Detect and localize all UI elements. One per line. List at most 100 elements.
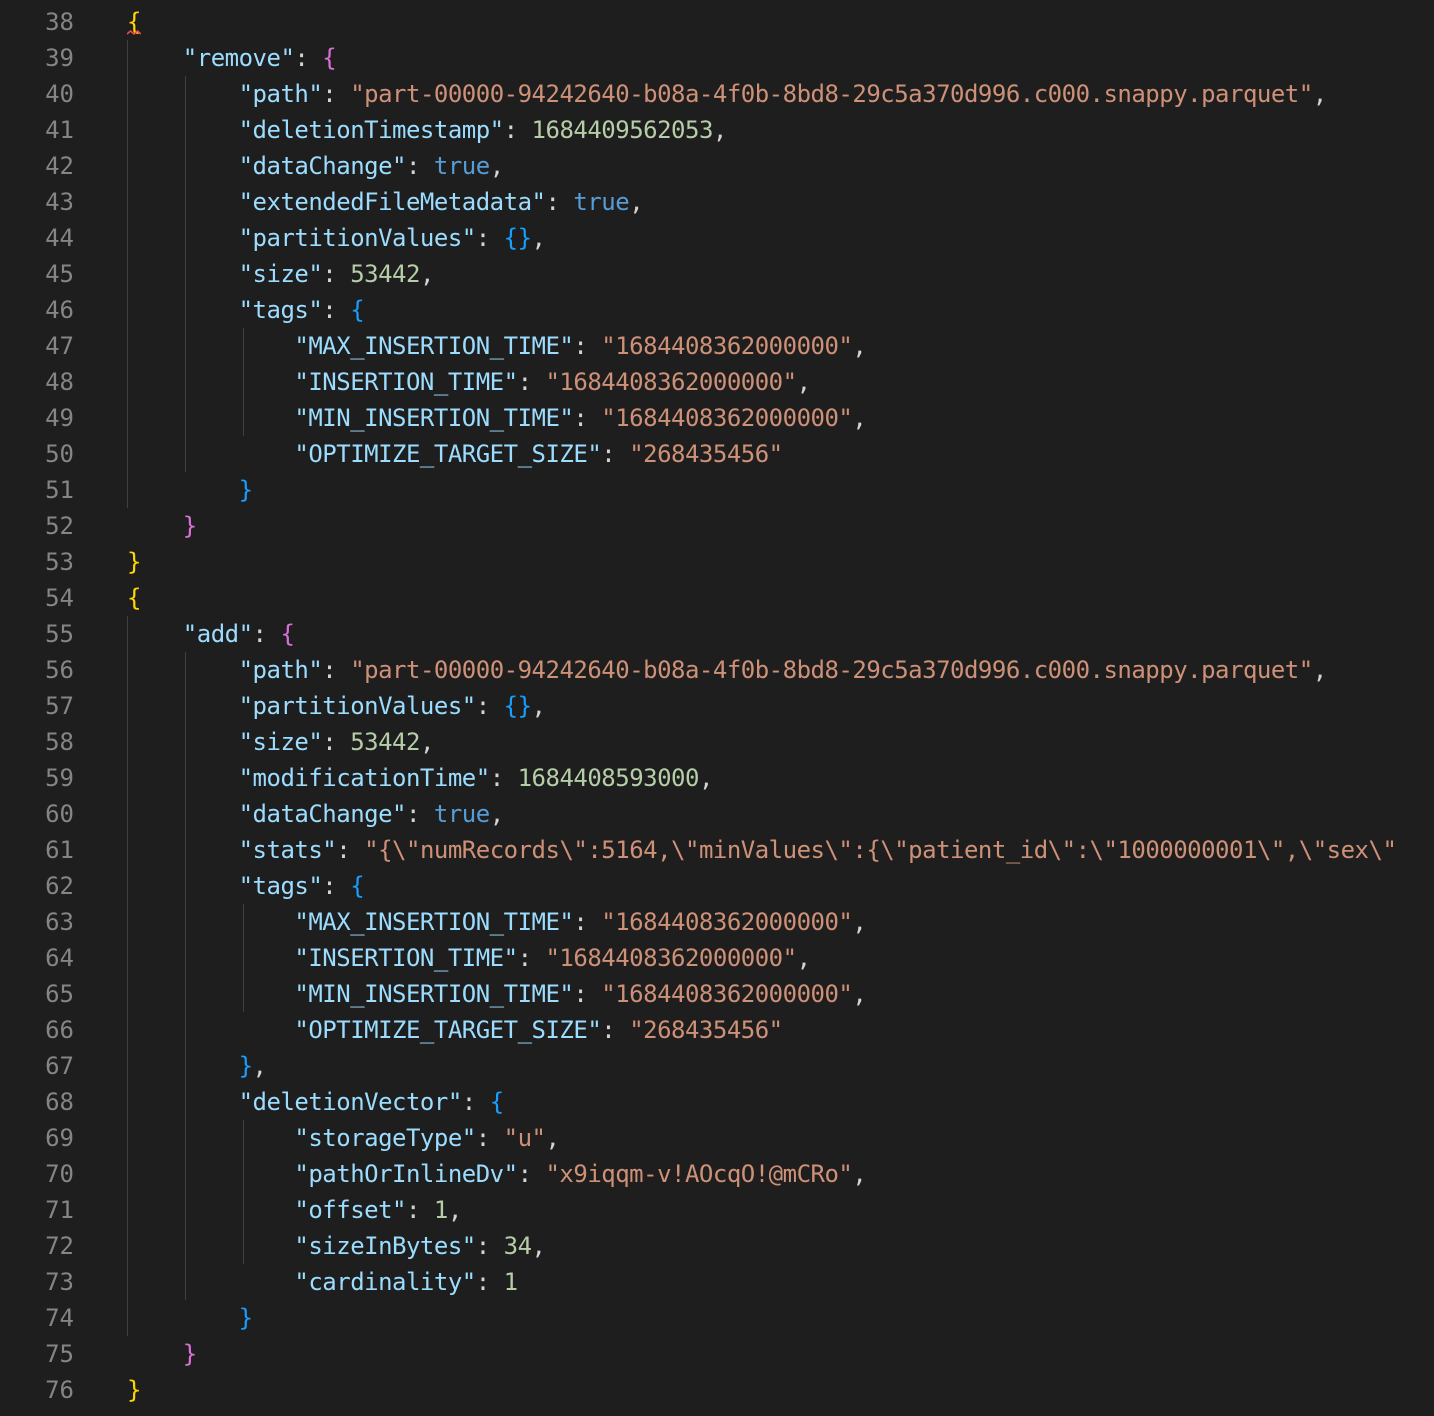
line-code[interactable]: "partitionValues": {},	[127, 220, 546, 256]
code-line[interactable]: 61 "stats": "{\"numRecords\":5164,\"minV…	[0, 832, 1434, 868]
code-line[interactable]: 62 "tags": {	[0, 868, 1434, 904]
code-line[interactable]: 38{	[0, 4, 1434, 40]
code-line[interactable]: 72 "sizeInBytes": 34,	[0, 1228, 1434, 1264]
line-code[interactable]: "add": {	[127, 616, 295, 652]
code-line[interactable]: 53}	[0, 544, 1434, 580]
code-line[interactable]: 66 "OPTIMIZE_TARGET_SIZE": "268435456"	[0, 1012, 1434, 1048]
code-line[interactable]: 43 "extendedFileMetadata": true,	[0, 184, 1434, 220]
line-code[interactable]: "stats": "{\"numRecords\":5164,\"minValu…	[127, 832, 1397, 868]
line-code[interactable]: "modificationTime": 1684408593000,	[127, 760, 714, 796]
code-line[interactable]: 41 "deletionTimestamp": 1684409562053,	[0, 112, 1434, 148]
json-key: "size"	[238, 260, 323, 288]
code-line[interactable]: 71 "offset": 1,	[0, 1192, 1434, 1228]
punctuation: :	[545, 188, 574, 216]
code-line[interactable]: 73 "cardinality": 1	[0, 1264, 1434, 1300]
line-code[interactable]: "dataChange": true,	[127, 796, 505, 832]
line-code[interactable]: "tags": {	[127, 868, 365, 904]
line-code[interactable]: "size": 53442,	[127, 724, 435, 760]
code-line[interactable]: 58 "size": 53442,	[0, 724, 1434, 760]
code-line[interactable]: 42 "dataChange": true,	[0, 148, 1434, 184]
code-line[interactable]: 48 "INSERTION_TIME": "1684408362000000",	[0, 364, 1434, 400]
code-line[interactable]: 64 "INSERTION_TIME": "1684408362000000",	[0, 940, 1434, 976]
json-key: "MIN_INSERTION_TIME"	[294, 404, 574, 432]
code-line[interactable]: 39 "remove": {	[0, 40, 1434, 76]
line-code[interactable]: "MIN_INSERTION_TIME": "1684408362000000"…	[127, 400, 866, 436]
line-code[interactable]: "MAX_INSERTION_TIME": "1684408362000000"…	[127, 904, 866, 940]
code-line[interactable]: 52 }	[0, 508, 1434, 544]
line-code[interactable]: "MAX_INSERTION_TIME": "1684408362000000"…	[127, 328, 866, 364]
punctuation: :	[573, 908, 602, 936]
line-code[interactable]: "pathOrInlineDv": "x9iqqm-v!AOcqO!@mCRo"…	[127, 1156, 866, 1192]
line-code[interactable]: "storageType": "u",	[127, 1120, 560, 1156]
code-line[interactable]: 55 "add": {	[0, 616, 1434, 652]
code-line[interactable]: 50 "OPTIMIZE_TARGET_SIZE": "268435456"	[0, 436, 1434, 472]
code-line[interactable]: 67 },	[0, 1048, 1434, 1084]
punctuation: :	[322, 260, 351, 288]
line-code[interactable]: "remove": {	[127, 40, 337, 76]
code-line[interactable]: 63 "MAX_INSERTION_TIME": "16844083620000…	[0, 904, 1434, 940]
line-code[interactable]: "MIN_INSERTION_TIME": "1684408362000000"…	[127, 976, 866, 1012]
punctuation	[127, 44, 183, 72]
line-code[interactable]: "partitionValues": {},	[127, 688, 546, 724]
line-code[interactable]: "cardinality": 1	[127, 1264, 518, 1300]
code-line[interactable]: 68 "deletionVector": {	[0, 1084, 1434, 1120]
line-code[interactable]: }	[127, 544, 141, 580]
line-code[interactable]: },	[127, 1048, 267, 1084]
punctuation: :	[475, 692, 504, 720]
code-line[interactable]: 76}	[0, 1372, 1434, 1408]
code-line[interactable]: 75 }	[0, 1336, 1434, 1372]
code-line[interactable]: 65 "MIN_INSERTION_TIME": "16844083620000…	[0, 976, 1434, 1012]
punctuation: :	[475, 1268, 504, 1296]
line-code[interactable]: "INSERTION_TIME": "1684408362000000",	[127, 940, 811, 976]
code-line[interactable]: 46 "tags": {	[0, 292, 1434, 328]
line-code[interactable]: "deletionVector": {	[127, 1084, 505, 1120]
line-number: 38	[45, 8, 74, 36]
code-line[interactable]: 49 "MIN_INSERTION_TIME": "16844083620000…	[0, 400, 1434, 436]
punctuation	[127, 80, 239, 108]
warning-squiggle	[127, 30, 141, 35]
line-code[interactable]: }	[127, 472, 253, 508]
punctuation	[127, 512, 183, 540]
line-code[interactable]: }	[127, 1300, 253, 1336]
code-line[interactable]: 47 "MAX_INSERTION_TIME": "16844083620000…	[0, 328, 1434, 364]
line-code[interactable]: "path": "part-00000-94242640-b08a-4f0b-8…	[127, 76, 1328, 112]
line-code[interactable]: }	[127, 1336, 197, 1372]
line-code[interactable]: "INSERTION_TIME": "1684408362000000",	[127, 364, 811, 400]
punctuation	[127, 476, 239, 504]
code-line[interactable]: 74 }	[0, 1300, 1434, 1336]
punctuation	[127, 836, 239, 864]
line-code[interactable]: }	[127, 508, 197, 544]
code-line[interactable]: 59 "modificationTime": 1684408593000,	[0, 760, 1434, 796]
code-line[interactable]: 69 "storageType": "u",	[0, 1120, 1434, 1156]
line-code[interactable]: "extendedFileMetadata": true,	[127, 184, 644, 220]
line-code[interactable]: "offset": 1,	[127, 1192, 462, 1228]
line-code[interactable]: }	[127, 1372, 141, 1408]
code-line[interactable]: 54 {	[0, 580, 1434, 616]
line-code[interactable]: "tags": {	[127, 292, 365, 328]
line-code[interactable]: "dataChange": true,	[127, 148, 505, 184]
line-code[interactable]: "path": "part-00000-94242640-b08a-4f0b-8…	[127, 652, 1328, 688]
line-code[interactable]: "size": 53442,	[127, 256, 435, 292]
code-line[interactable]: 40 "path": "part-00000-94242640-b08a-4f0…	[0, 76, 1434, 112]
code-line[interactable]: 70 "pathOrInlineDv": "x9iqqm-v!AOcqO!@mC…	[0, 1156, 1434, 1192]
bracket: }	[127, 1376, 141, 1404]
json-key: "OPTIMIZE_TARGET_SIZE"	[294, 440, 602, 468]
punctuation	[127, 152, 239, 180]
punctuation: ,	[852, 1160, 867, 1188]
json-key: "stats"	[238, 836, 337, 864]
code-line[interactable]: 51 }	[0, 472, 1434, 508]
code-line[interactable]: 56 "path": "part-00000-94242640-b08a-4f0…	[0, 652, 1434, 688]
line-code[interactable]: "OPTIMIZE_TARGET_SIZE": "268435456"	[127, 1012, 783, 1048]
bracket: {	[350, 872, 365, 900]
code-line[interactable]: 44 "partitionValues": {},	[0, 220, 1434, 256]
json-key: "deletionVector"	[238, 1088, 463, 1116]
code-editor[interactable]: 38{39 "remove": {40 "path": "part-00000-…	[0, 0, 1434, 1416]
line-code[interactable]: "deletionTimestamp": 1684409562053,	[127, 112, 728, 148]
line-code[interactable]: "sizeInBytes": 34,	[127, 1228, 546, 1264]
string-value: "268435456"	[629, 440, 783, 468]
line-code[interactable]: {	[127, 580, 141, 616]
code-line[interactable]: 57 "partitionValues": {},	[0, 688, 1434, 724]
code-line[interactable]: 60 "dataChange": true,	[0, 796, 1434, 832]
line-code[interactable]: "OPTIMIZE_TARGET_SIZE": "268435456"	[127, 436, 783, 472]
code-line[interactable]: 45 "size": 53442,	[0, 256, 1434, 292]
